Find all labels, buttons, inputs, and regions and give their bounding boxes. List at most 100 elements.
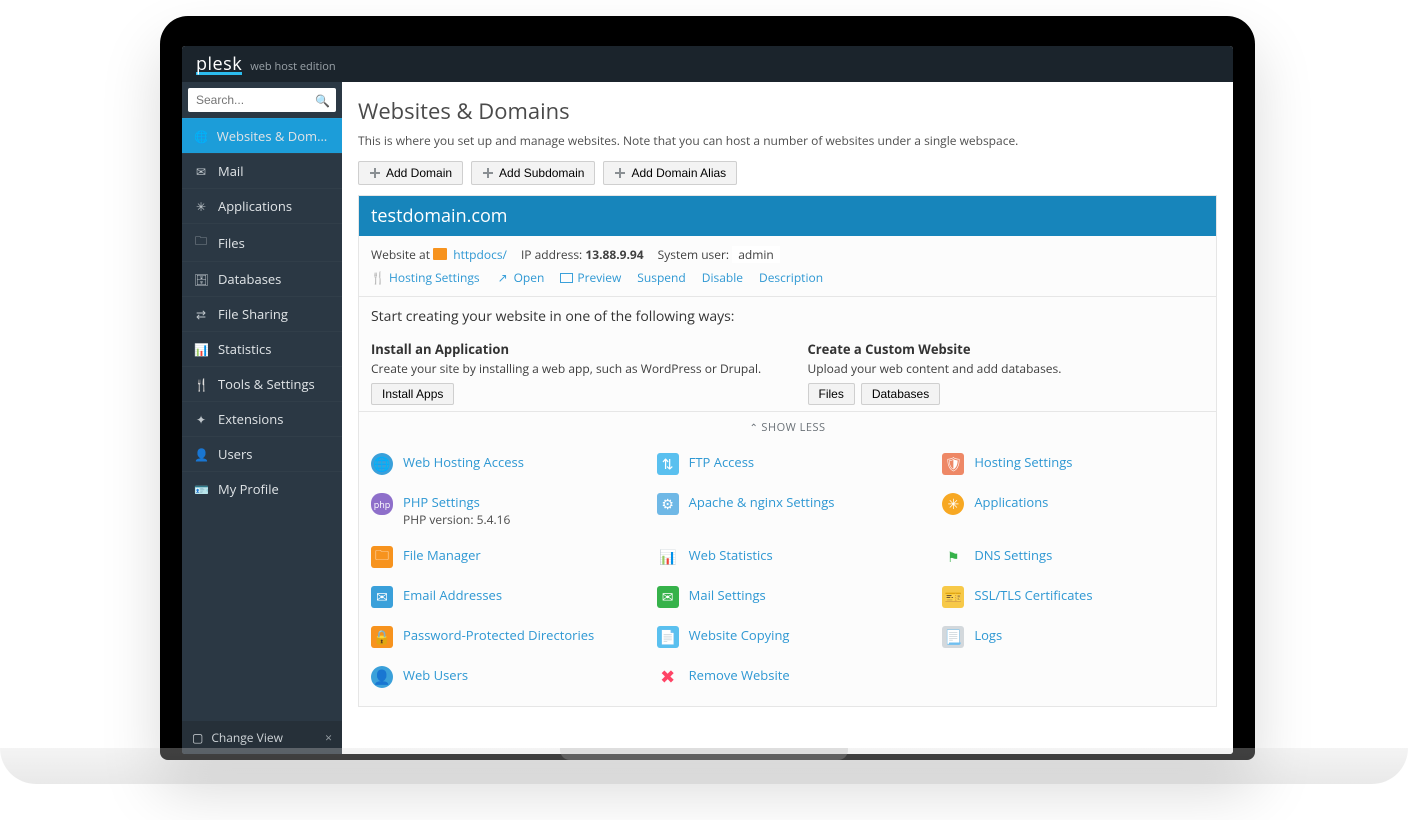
sidebar-item-applications[interactable]: ✳Applications xyxy=(182,188,342,223)
sidebar-item-label: Files xyxy=(218,234,245,252)
open-link[interactable]: ↗Open xyxy=(496,269,545,286)
tool-website-copying: 📄 Website Copying xyxy=(657,626,919,648)
sidebar-item-my-profile[interactable]: 🪪My Profile xyxy=(182,471,342,506)
tool-web-statistics: 📊Web Statistics xyxy=(657,546,919,568)
suspend-link[interactable]: Suspend xyxy=(637,269,685,286)
id-icon: 🪪 xyxy=(194,481,208,498)
app-screen: plesk web host edition 🔍 🌐Websites & Dom… xyxy=(182,46,1233,754)
disable-link[interactable]: Disable xyxy=(702,269,743,286)
folder-icon: 🗀 xyxy=(194,232,208,253)
preview-link[interactable]: Preview xyxy=(560,269,621,286)
tool-link-website-copying[interactable]: Website Copying xyxy=(689,626,790,644)
shield-icon: 🛡 xyxy=(942,453,964,475)
search-input[interactable] xyxy=(188,88,336,112)
ftp-icon: ⇅ xyxy=(657,453,679,475)
install-apps-button[interactable]: Install Apps xyxy=(371,383,454,405)
custom-title: Create a Custom Website xyxy=(808,340,1205,358)
app-shell: 🔍 🌐Websites & Domains✉Mail✳Applications🗀… xyxy=(182,82,1233,754)
sidebar-item-label: Mail xyxy=(218,162,243,180)
preview-icon xyxy=(560,273,573,283)
copy-icon: 📄 xyxy=(657,626,679,648)
sidebar-item-users[interactable]: 👤 Users xyxy=(182,436,342,471)
tool-link-ftp-access[interactable]: FTP Access xyxy=(689,453,754,471)
sidebar-item-tools-settings[interactable]: 🍴Tools & Settings xyxy=(182,366,342,401)
top-bar: plesk web host edition xyxy=(182,46,1233,82)
tool-link-email-addresses[interactable]: Email Addresses xyxy=(403,586,502,604)
description-link[interactable]: Description xyxy=(759,269,823,286)
sidebar-item-file-sharing[interactable]: ⇄File Sharing xyxy=(182,296,342,331)
tool-link-dns-settings[interactable]: DNS Settings xyxy=(974,546,1052,564)
tool-link-remove-website[interactable]: Remove Website xyxy=(689,666,790,684)
mail-icon: ✉ xyxy=(194,163,208,180)
sysuser-value: admin xyxy=(732,246,780,263)
tool-php-settings: phpPHP SettingsPHP version: 5.4.16 xyxy=(371,493,633,528)
add-domain-button[interactable]: Add Domain xyxy=(358,161,463,185)
tool-remove-website: ✖Remove Website xyxy=(657,666,919,688)
tool-hosting-settings: 🛡 Hosting Settings xyxy=(942,453,1204,475)
tool-link-applications[interactable]: Applications xyxy=(974,493,1048,511)
users-icon: 👤 xyxy=(371,666,393,688)
domain-meta: Website at httpdocs/ IP address: 13.88.9… xyxy=(359,236,1216,263)
tool-link-logs[interactable]: Logs xyxy=(974,626,1002,644)
add-subdomain-label: Add Subdomain xyxy=(499,166,584,180)
tool-link-mail-settings[interactable]: Mail Settings xyxy=(689,586,766,604)
sidebar-item-websites-domains[interactable]: 🌐Websites & Domains xyxy=(182,118,342,153)
fork-icon: 🍴 xyxy=(371,271,385,285)
tool-link-web-statistics[interactable]: Web Statistics xyxy=(689,546,773,564)
tool-ftp-access: ⇅ FTP Access xyxy=(657,453,919,475)
databases-button[interactable]: Databases xyxy=(861,383,940,405)
tool-link-file-manager[interactable]: File Manager xyxy=(403,546,481,564)
main-content: Websites & Domains This is where you set… xyxy=(342,82,1233,754)
ip-value: 13.88.9.94 xyxy=(585,246,643,263)
close-icon[interactable]: × xyxy=(325,729,332,746)
tool-link-php-settings[interactable]: PHP Settings xyxy=(403,493,480,511)
fork-icon: 🍴 xyxy=(194,376,208,393)
tool-email-addresses: ✉Email Addresses xyxy=(371,586,633,608)
globe-icon: 🌐 xyxy=(371,453,393,475)
plus-icon xyxy=(614,167,626,179)
show-less-toggle[interactable]: SHOW LESS xyxy=(359,411,1216,443)
install-app-desc: Create your site by installing a web app… xyxy=(371,360,768,377)
puzzle-icon: ✦ xyxy=(194,411,208,428)
sidebar-item-label: File Sharing xyxy=(218,305,288,323)
sidebar-item-files[interactable]: 🗀 Files xyxy=(182,223,342,261)
page-title: Websites & Domains xyxy=(358,96,1217,126)
tool-web-hosting-access: 🌐 Web Hosting Access xyxy=(371,453,633,475)
tool-file-manager: 🗀File Manager xyxy=(371,546,633,568)
sidebar-nav: 🌐Websites & Domains ✉ Mail ✳Applications 🗀 Fi… xyxy=(182,118,342,721)
add-alias-label: Add Domain Alias xyxy=(631,166,726,180)
sidebar-item-databases[interactable]: 🗄Databases xyxy=(182,261,342,296)
sidebar-item-label: Users xyxy=(218,445,252,463)
tool-link-hosting-settings[interactable]: Hosting Settings xyxy=(974,453,1072,471)
php-icon: php xyxy=(371,493,393,515)
domain-tools-grid: 🌐 Web Hosting Access ⇅ FTP Access 🛡 Hosting S… xyxy=(359,443,1216,706)
search-wrap: 🔍 xyxy=(182,82,342,118)
tool-link-web-hosting-access[interactable]: Web Hosting Access xyxy=(403,453,524,471)
tool-link-web-users[interactable]: Web Users xyxy=(403,666,468,684)
sidebar-item-statistics[interactable]: 📊Statistics xyxy=(182,331,342,366)
add-domain-alias-button[interactable]: Add Domain Alias xyxy=(603,161,737,185)
hosting-settings-link[interactable]: 🍴Hosting Settings xyxy=(371,269,480,286)
external-icon: ↗ xyxy=(496,271,510,285)
website-at: Website at httpdocs/ xyxy=(371,246,507,263)
add-domain-label: Add Domain xyxy=(386,166,452,180)
plus-icon xyxy=(482,167,494,179)
tool-link-ssl-tls-certificates[interactable]: SSL/TLS Certificates xyxy=(974,586,1092,604)
apache-icon: ⚙ xyxy=(657,493,679,515)
appgear-icon: ✳ xyxy=(942,493,964,515)
tool-link-password-protected-directories[interactable]: Password-Protected Directories xyxy=(403,626,594,644)
custom-desc: Upload your web content and add database… xyxy=(808,360,1205,377)
page-subtitle: This is where you set up and manage webs… xyxy=(358,132,1217,149)
domain-actions: 🍴Hosting Settings ↗Open Preview Suspend … xyxy=(359,263,1216,296)
sidebar-item-extensions[interactable]: ✦Extensions xyxy=(182,401,342,436)
httpdocs-link[interactable]: httpdocs/ xyxy=(453,246,507,263)
files-button[interactable]: Files xyxy=(808,383,855,405)
device-bezel: plesk web host edition 🔍 🌐Websites & Dom… xyxy=(160,16,1255,760)
tool-apache-nginx-settings: ⚙ Apache & nginx Settings xyxy=(657,493,919,528)
tool-applications: ✳ Applications xyxy=(942,493,1204,528)
user-icon: 👤 xyxy=(194,446,208,463)
sidebar-item-mail[interactable]: ✉ Mail xyxy=(182,153,342,188)
domain-card: testdomain.com Website at httpdocs/ IP a… xyxy=(358,195,1217,707)
add-subdomain-button[interactable]: Add Subdomain xyxy=(471,161,595,185)
tool-link-apache-nginx-settings[interactable]: Apache & nginx Settings xyxy=(689,493,835,511)
